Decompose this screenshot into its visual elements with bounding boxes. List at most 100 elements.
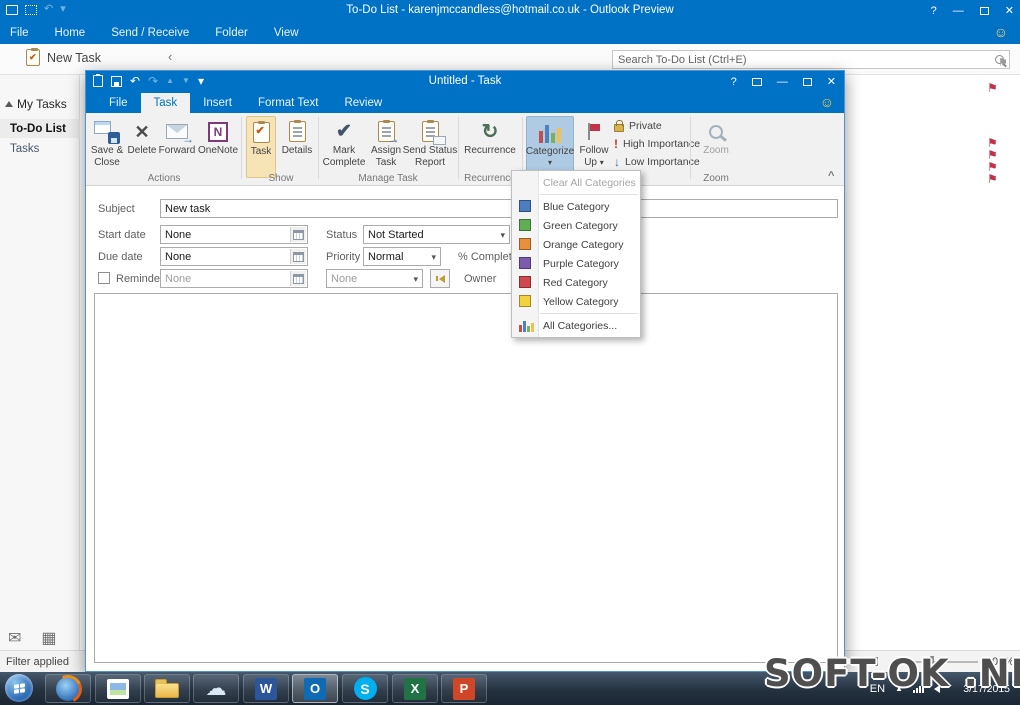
close-icon[interactable] xyxy=(1005,6,1014,17)
tab-review[interactable]: Review xyxy=(331,93,395,113)
categorize-menu: Clear All Categories Blue Category Green… xyxy=(511,170,641,338)
due-date-field[interactable]: None xyxy=(160,247,308,266)
collapse-folder-pane-icon[interactable] xyxy=(168,50,172,63)
start-date-field[interactable]: None xyxy=(160,225,308,244)
tab-file[interactable]: File xyxy=(96,93,141,113)
calendar-icon xyxy=(293,274,304,284)
onenote-button[interactable]: OneNote xyxy=(198,116,238,174)
menu-item-all-categories[interactable]: All Categories... xyxy=(512,316,640,335)
feedback-smiley-icon[interactable] xyxy=(994,25,1008,39)
minimize-icon[interactable] xyxy=(777,77,788,88)
task-window-controls xyxy=(731,71,836,93)
follow-up-flag-icon[interactable] xyxy=(987,82,998,94)
help-icon[interactable] xyxy=(731,77,737,88)
lock-icon xyxy=(614,124,624,132)
task-titlebar: Untitled - Task xyxy=(86,71,844,93)
outlook-ribbon-tabs: File Home Send / Receive Folder View xyxy=(0,22,1020,44)
outlook-titlebar: To-Do List - karenjmccandless@hotmail.co… xyxy=(0,0,1020,22)
tab-folder[interactable]: Folder xyxy=(215,27,248,39)
taskbar-onedrive-button[interactable] xyxy=(193,674,239,703)
tab-view[interactable]: View xyxy=(274,27,299,39)
tab-insert[interactable]: Insert xyxy=(190,93,245,113)
taskbar-outlook-button[interactable] xyxy=(292,674,338,703)
task-notes-area[interactable] xyxy=(94,293,838,663)
menu-item-blue-category[interactable]: Blue Category xyxy=(512,197,640,216)
calendar-icon[interactable] xyxy=(41,631,56,647)
new-task-button[interactable]: New Task xyxy=(26,49,101,66)
sidebar-item-todo-list[interactable]: To-Do List xyxy=(0,119,80,138)
send-status-report-button[interactable]: Send Status Report xyxy=(406,116,454,174)
status-dropdown[interactable]: Not Started xyxy=(363,225,510,244)
reminder-checkbox[interactable] xyxy=(98,272,110,284)
task-toggle-button[interactable]: Task xyxy=(246,116,276,178)
ribbon-display-icon[interactable] xyxy=(752,78,762,86)
taskbar-photo-viewer-button[interactable] xyxy=(95,674,141,703)
outlook-icon xyxy=(304,678,326,700)
taskbar-firefox-button[interactable] xyxy=(45,674,91,703)
outlook-window-title: To-Do List - karenjmccandless@hotmail.co… xyxy=(0,4,1020,16)
close-icon[interactable] xyxy=(827,77,836,88)
reminder-sound-button[interactable] xyxy=(430,269,450,288)
taskbar-powerpoint-button[interactable] xyxy=(441,674,487,703)
menu-item-purple-category[interactable]: Purple Category xyxy=(512,254,640,273)
taskbar-word-button[interactable] xyxy=(243,674,289,703)
recurrence-button[interactable]: Recurrence xyxy=(462,116,518,174)
minimize-icon[interactable] xyxy=(953,6,964,17)
mark-complete-button[interactable]: Mark Complete xyxy=(322,116,366,174)
reminder-date-field[interactable]: None xyxy=(160,269,308,288)
priority-dropdown[interactable]: Normal xyxy=(363,247,441,266)
maximize-icon[interactable] xyxy=(803,78,812,86)
sidebar-item-tasks[interactable]: Tasks xyxy=(0,139,80,158)
flag-column-header-icon[interactable] xyxy=(998,58,1008,69)
low-importance-button[interactable]: Low Importance xyxy=(614,154,700,170)
help-icon[interactable] xyxy=(931,6,937,17)
feedback-smiley-icon[interactable] xyxy=(820,95,834,109)
filter-status-text: Filter applied xyxy=(6,656,69,668)
follow-up-button[interactable]: Follow Up xyxy=(577,116,611,174)
task-window: Untitled - Task File Task Insert Format … xyxy=(85,70,845,672)
taskbar-skype-button[interactable] xyxy=(342,674,388,703)
start-button[interactable] xyxy=(5,674,33,702)
menu-item-clear-all-categories: Clear All Categories xyxy=(512,173,640,192)
navigation-bar xyxy=(8,631,57,647)
group-label-zoom: Zoom xyxy=(694,173,738,184)
maximize-icon[interactable] xyxy=(980,7,989,15)
desktop-screen: To-Do List - karenjmccandless@hotmail.co… xyxy=(0,0,1020,705)
private-button[interactable]: Private xyxy=(614,118,662,134)
zoom-icon xyxy=(709,125,723,139)
menu-item-red-category[interactable]: Red Category xyxy=(512,273,640,292)
high-importance-button[interactable]: High Importance xyxy=(614,136,700,152)
firefox-icon xyxy=(56,677,80,701)
tab-home[interactable]: Home xyxy=(55,27,86,39)
forward-button[interactable]: Forward xyxy=(158,116,196,174)
menu-item-orange-category[interactable]: Orange Category xyxy=(512,235,640,254)
menu-item-yellow-category[interactable]: Yellow Category xyxy=(512,292,640,311)
tab-file[interactable]: File xyxy=(10,27,29,39)
purple-category-swatch-icon xyxy=(519,257,531,269)
follow-up-flag-icon[interactable] xyxy=(987,173,998,185)
delete-button[interactable]: Delete xyxy=(127,116,157,174)
collapse-ribbon-icon[interactable] xyxy=(828,171,834,182)
tab-send-receive[interactable]: Send / Receive xyxy=(111,27,189,39)
assign-task-button[interactable]: Assign Task xyxy=(368,116,404,174)
taskbar-excel-button[interactable] xyxy=(392,674,438,703)
dropdown-arrow-icon xyxy=(548,158,552,168)
tab-task[interactable]: Task xyxy=(141,93,191,113)
date-picker-button[interactable] xyxy=(290,271,306,286)
save-close-button[interactable]: Save & Close xyxy=(89,116,125,174)
taskbar-explorer-button[interactable] xyxy=(144,674,190,703)
subject-field[interactable]: New task xyxy=(160,199,838,218)
search-input[interactable]: Search To-Do List (Ctrl+E) xyxy=(612,50,1010,69)
follow-up-icon xyxy=(588,123,601,141)
start-date-label: Start date xyxy=(98,229,146,241)
my-tasks-group[interactable]: My Tasks xyxy=(5,97,67,111)
mail-icon[interactable] xyxy=(8,631,21,647)
details-icon xyxy=(289,121,306,142)
menu-item-green-category[interactable]: Green Category xyxy=(512,216,640,235)
zoom-button[interactable]: Zoom xyxy=(694,116,738,174)
date-picker-button[interactable] xyxy=(290,249,306,264)
reminder-time-dropdown[interactable]: None xyxy=(326,269,423,288)
tab-format-text[interactable]: Format Text xyxy=(245,93,332,113)
details-button[interactable]: Details xyxy=(279,116,315,174)
date-picker-button[interactable] xyxy=(290,227,306,242)
